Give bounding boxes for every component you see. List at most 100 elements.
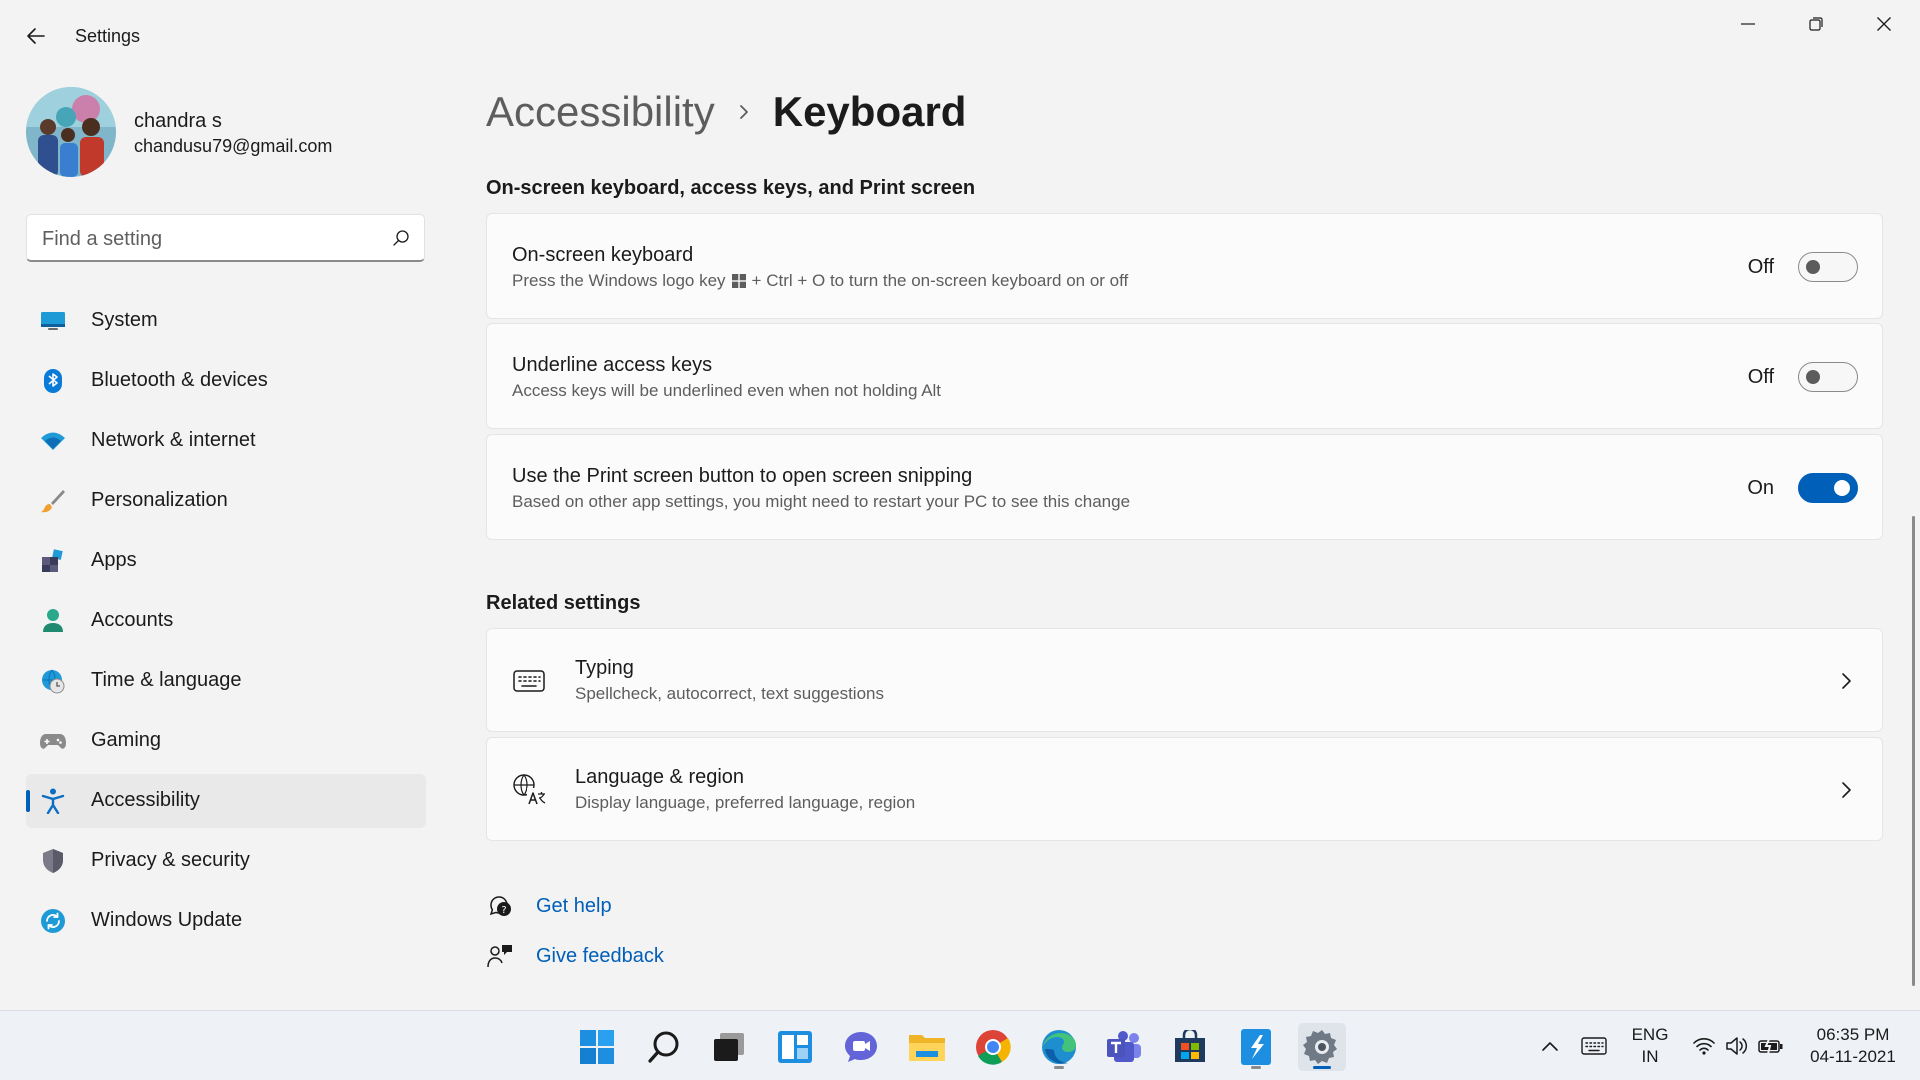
chrome-button[interactable] <box>969 1023 1017 1071</box>
restore-button[interactable] <box>1782 4 1850 44</box>
store-button[interactable] <box>1166 1023 1214 1071</box>
active-indicator <box>26 790 30 812</box>
sidebar-item-label: Accessibility <box>91 789 200 811</box>
setting-description: Press the Windows logo key + Ctrl + O to… <box>512 271 1128 291</box>
get-help-row[interactable]: ? Get help <box>486 890 612 922</box>
language-code: ENG <box>1631 1025 1669 1044</box>
system-icon <box>40 308 66 334</box>
title-bar: Settings <box>0 0 1920 72</box>
app-title: Settings <box>75 26 141 46</box>
start-icon <box>580 1030 614 1064</box>
give-feedback-row[interactable]: Give feedback <box>486 940 664 972</box>
sidebar-nav: System Bluetooth & devices Network & int… <box>26 294 426 954</box>
sidebar-item-bluetooth[interactable]: Bluetooth & devices <box>26 354 426 408</box>
breadcrumb-parent-link[interactable]: Accessibility <box>486 88 715 136</box>
search-placeholder: Find a setting <box>42 228 163 250</box>
sidebar-item-accounts[interactable]: Accounts <box>26 594 426 648</box>
chat-button[interactable] <box>837 1023 885 1071</box>
battery-charging-icon <box>1757 1036 1783 1055</box>
chevron-right-icon <box>1836 780 1856 800</box>
settings-taskbar-button[interactable] <box>1298 1023 1346 1071</box>
task-view-icon <box>714 1033 744 1061</box>
chevron-up-icon <box>1542 1042 1558 1051</box>
active-app-indicator <box>1313 1066 1331 1069</box>
sidebar-item-network[interactable]: Network & internet <box>26 414 426 468</box>
toggle-state-label: Off <box>1747 256 1774 278</box>
chat-icon <box>845 1032 877 1062</box>
close-icon <box>1877 17 1891 31</box>
underline-access-keys-toggle[interactable] <box>1798 362 1858 392</box>
wifi-icon <box>40 428 66 454</box>
breadcrumb: Accessibility Keyboard <box>486 86 966 138</box>
brush-icon <box>40 488 66 514</box>
page-title: Keyboard <box>772 88 967 135</box>
edge-icon <box>1042 1030 1076 1064</box>
search-icon <box>393 230 409 246</box>
on-screen-keyboard-toggle[interactable] <box>1798 252 1858 282</box>
edge-button[interactable] <box>1035 1023 1083 1071</box>
setting-title: Underline access keys <box>512 354 713 376</box>
give-feedback-link[interactable]: Give feedback <box>536 945 664 968</box>
accounts-icon <box>40 608 66 634</box>
setting-title: Use the Print screen button to open scre… <box>512 465 973 487</box>
toggle-state-label: On <box>1747 477 1774 499</box>
file-explorer-icon <box>909 1035 945 1061</box>
back-button[interactable] <box>20 20 52 52</box>
toggle-knob <box>1806 260 1820 274</box>
profile-email: chandusu79@gmail.com <box>134 136 333 156</box>
restore-icon <box>1809 17 1823 31</box>
search-input[interactable]: Find a setting <box>26 214 425 262</box>
scrollbar[interactable] <box>1912 516 1915 986</box>
user-profile[interactable]: chandra s chandusu79@gmail.com <box>26 87 426 179</box>
chrome-icon <box>976 1030 1011 1065</box>
close-button[interactable] <box>1850 4 1918 44</box>
avatar <box>26 87 116 177</box>
teams-button[interactable] <box>1100 1023 1148 1071</box>
typing-link-card[interactable]: Typing Spellcheck, autocorrect, text sug… <box>486 628 1883 732</box>
section-heading: On-screen keyboard, access keys, and Pri… <box>486 177 976 199</box>
print-screen-card: Use the Print screen button to open scre… <box>486 434 1883 540</box>
sidebar-item-apps[interactable]: Apps <box>26 534 426 588</box>
taskbar-search-button[interactable] <box>640 1023 688 1071</box>
sidebar-item-gaming[interactable]: Gaming <box>26 714 426 768</box>
sidebar-item-windows-update[interactable]: Windows Update <box>26 894 426 948</box>
touch-keyboard-button[interactable] <box>1574 1011 1614 1080</box>
region-code: IN <box>1641 1047 1659 1066</box>
vscode-icon <box>1241 1029 1271 1065</box>
setting-description: Access keys will be underlined even when… <box>512 381 942 400</box>
sidebar-item-accessibility[interactable]: Accessibility <box>26 774 426 828</box>
widgets-button[interactable] <box>771 1023 819 1071</box>
globe-clock-icon <box>40 668 66 694</box>
settings-window: Settings chandra s chandusu79@gmail.com … <box>0 0 1920 1010</box>
clock-button[interactable]: 06:35 PM 04-11-2021 <box>1798 1011 1908 1080</box>
sidebar-item-privacy[interactable]: Privacy & security <box>26 834 426 888</box>
quick-settings-button[interactable] <box>1688 1011 1788 1080</box>
setting-description-end: + Ctrl + O to turn the on-screen keyboar… <box>751 271 1129 290</box>
svg-text:?: ? <box>501 905 506 916</box>
input-language-button[interactable]: ENG IN <box>1622 1011 1678 1080</box>
file-explorer-button[interactable] <box>903 1023 951 1071</box>
widgets-icon <box>778 1031 812 1063</box>
task-view-button[interactable] <box>705 1023 753 1071</box>
breadcrumb-chevron-icon <box>737 102 751 122</box>
sidebar-item-system[interactable]: System <box>26 294 426 348</box>
toggle-state-label: Off <box>1747 366 1774 388</box>
shield-icon <box>40 848 66 874</box>
sidebar-item-time-language[interactable]: Time & language <box>26 654 426 708</box>
clock-time: 06:35 PM <box>1816 1025 1890 1044</box>
sidebar-item-personalization[interactable]: Personalization <box>26 474 426 528</box>
chevron-right-icon <box>1836 671 1856 691</box>
sidebar-item-label: Bluetooth & devices <box>91 369 268 391</box>
show-hidden-icons-button[interactable] <box>1532 1011 1568 1080</box>
bluetooth-icon <box>40 368 66 394</box>
get-help-link[interactable]: Get help <box>536 895 612 918</box>
sidebar-item-label: Privacy & security <box>91 849 250 871</box>
minimize-icon <box>1741 23 1755 25</box>
language-region-link-card[interactable]: Language & region Display language, pref… <box>486 737 1883 841</box>
minimize-button[interactable] <box>1714 4 1782 44</box>
sidebar-item-label: Windows Update <box>91 909 243 931</box>
vscode-button[interactable] <box>1232 1023 1280 1071</box>
print-screen-toggle[interactable] <box>1798 473 1858 503</box>
start-button[interactable] <box>573 1023 621 1071</box>
get-help-icon: ? <box>486 892 514 920</box>
